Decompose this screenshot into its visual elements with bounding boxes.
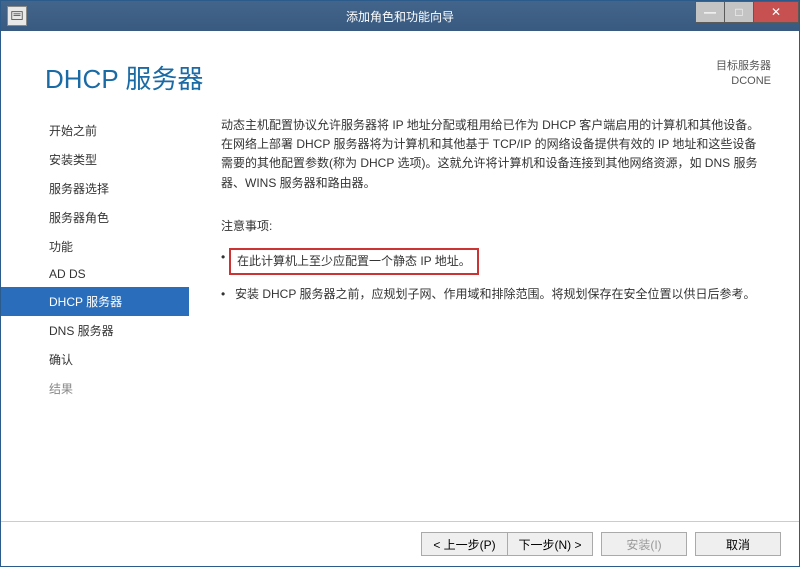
cancel-button[interactable]: 取消 — [695, 532, 781, 556]
sidebar-item-server-roles[interactable]: 服务器角色 — [1, 203, 189, 232]
target-value: DCONE — [716, 74, 771, 89]
sidebar-item-dhcp[interactable]: DHCP 服务器 — [1, 287, 189, 316]
notice-label: 注意事项: — [221, 217, 767, 236]
notice-list: 在此计算机上至少应配置一个静态 IP 地址。 安装 DHCP 服务器之前，应规划… — [221, 248, 767, 304]
next-button[interactable]: 下一步(N) > — [507, 532, 593, 556]
titlebar: 添加角色和功能向导 — □ ✕ — [1, 1, 799, 31]
nav-button-pair: < 上一步(P) 下一步(N) > — [421, 532, 593, 556]
sidebar: 开始之前 安装类型 服务器选择 服务器角色 功能 AD DS DHCP 服务器 … — [1, 112, 189, 521]
header-row: DHCP 服务器 目标服务器 DCONE — [1, 31, 799, 112]
target-server-box: 目标服务器 DCONE — [716, 59, 771, 89]
page-title: DHCP 服务器 — [45, 59, 203, 96]
sidebar-item-install-type[interactable]: 安装类型 — [1, 145, 189, 174]
content-area: DHCP 服务器 目标服务器 DCONE 开始之前 安装类型 服务器选择 服务器… — [1, 31, 799, 566]
wizard-window: 添加角色和功能向导 — □ ✕ DHCP 服务器 目标服务器 DCONE 开始之… — [0, 0, 800, 567]
body-row: 开始之前 安装类型 服务器选择 服务器角色 功能 AD DS DHCP 服务器 … — [1, 112, 799, 521]
notice-text: 安装 DHCP 服务器之前，应规划子网、作用域和排除范围。将规划保存在安全位置以… — [235, 287, 755, 301]
previous-button[interactable]: < 上一步(P) — [421, 532, 507, 556]
sidebar-item-results: 结果 — [1, 374, 189, 403]
target-label: 目标服务器 — [716, 59, 771, 74]
description-text: 动态主机配置协议允许服务器将 IP 地址分配或租用给已作为 DHCP 客户端启用… — [221, 116, 767, 193]
list-item: 在此计算机上至少应配置一个静态 IP 地址。 — [221, 248, 767, 275]
sidebar-item-begin[interactable]: 开始之前 — [1, 116, 189, 145]
sidebar-item-server-select[interactable]: 服务器选择 — [1, 174, 189, 203]
sidebar-item-features[interactable]: 功能 — [1, 232, 189, 261]
sidebar-item-dns[interactable]: DNS 服务器 — [1, 316, 189, 345]
sidebar-item-confirm[interactable]: 确认 — [1, 345, 189, 374]
list-item: 安装 DHCP 服务器之前，应规划子网、作用域和排除范围。将规划保存在安全位置以… — [221, 285, 767, 304]
highlighted-notice: 在此计算机上至少应配置一个静态 IP 地址。 — [229, 248, 479, 275]
main-panel: 动态主机配置协议允许服务器将 IP 地址分配或租用给已作为 DHCP 客户端启用… — [189, 112, 771, 521]
sidebar-item-adds[interactable]: AD DS — [1, 261, 189, 287]
install-button: 安装(I) — [601, 532, 687, 556]
titlebar-title: 添加角色和功能向导 — [1, 8, 799, 25]
footer: < 上一步(P) 下一步(N) > 安装(I) 取消 — [1, 521, 799, 566]
